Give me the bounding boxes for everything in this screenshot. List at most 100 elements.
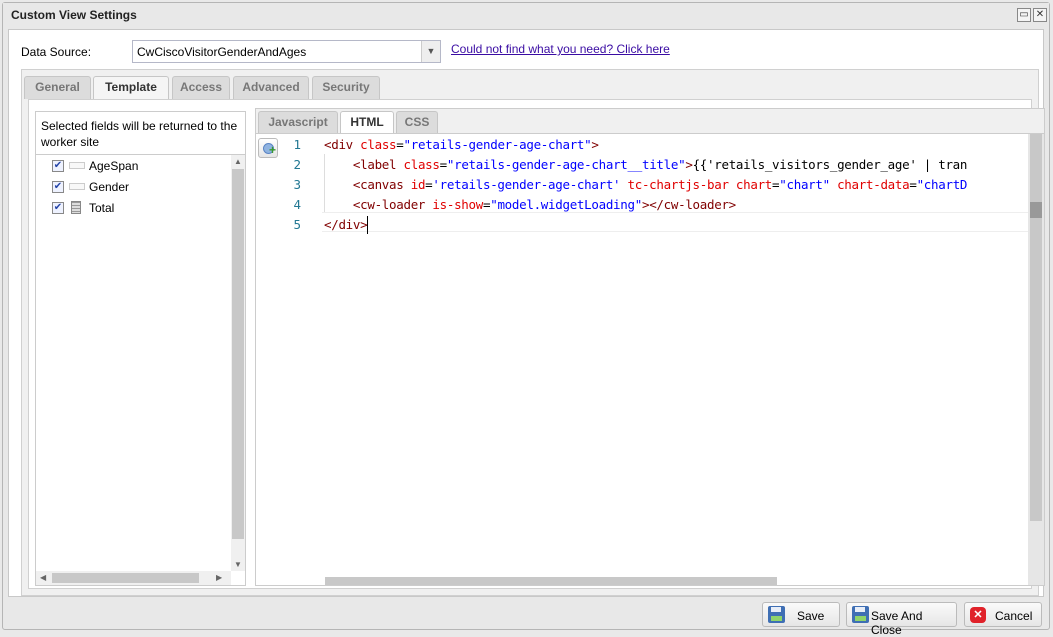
text-cursor bbox=[367, 216, 368, 234]
code-token-attr: class bbox=[360, 137, 397, 152]
checkbox[interactable]: ✔ bbox=[52, 181, 64, 193]
help-link[interactable]: Could not find what you need? Click here bbox=[451, 42, 670, 56]
dialog-body: Data Source: CwCiscoVisitorGenderAndAges… bbox=[8, 29, 1045, 597]
checkbox[interactable]: ✔ bbox=[52, 160, 64, 172]
tab-access[interactable]: Access bbox=[172, 76, 230, 99]
cancel-icon: ✕ bbox=[970, 607, 986, 623]
chevron-down-icon[interactable]: ▼ bbox=[421, 41, 440, 62]
field-label: Total bbox=[89, 201, 115, 215]
line-number: 2 bbox=[293, 157, 301, 172]
code-line[interactable]: </div> bbox=[324, 216, 368, 234]
code-token-attr: is-show bbox=[432, 197, 483, 212]
data-source-label: Data Source: bbox=[21, 45, 92, 59]
checkbox[interactable]: ✔ bbox=[52, 202, 64, 214]
code-token-str: "retails-gender-age-chart" bbox=[403, 137, 592, 152]
code-editor[interactable]: 1<div class="retails-gender-age-chart">2… bbox=[256, 133, 1044, 585]
code-line[interactable]: <label class="retails-gender-age-chart__… bbox=[324, 157, 968, 172]
scroll-up-icon[interactable]: ▲ bbox=[234, 157, 242, 166]
template-panel: Selected fields will be returned to the … bbox=[28, 99, 1045, 589]
scrollbar-thumb[interactable] bbox=[232, 169, 244, 539]
code-line[interactable]: <canvas id = 'retails-gender-age-chart' tc… bbox=[324, 177, 968, 192]
code-token-tag: <label bbox=[352, 157, 404, 172]
code-token-tag: <cw-loader bbox=[352, 197, 433, 212]
code-token-txt: = bbox=[439, 157, 448, 172]
tab-html[interactable]: HTML bbox=[340, 111, 394, 133]
code-token-str: "chart" bbox=[779, 177, 830, 192]
settings-tabs: General Template Access Advanced Securit… bbox=[21, 69, 1045, 596]
save-and-close-button[interactable]: Save And Close bbox=[846, 602, 957, 637]
code-vertical-scrollbar[interactable] bbox=[1028, 134, 1044, 585]
text-field-icon bbox=[69, 183, 85, 190]
code-token-attr: class bbox=[403, 157, 440, 172]
code-token-str: "chartD bbox=[916, 177, 968, 192]
fields-horizontal-scrollbar[interactable]: ◀ ▶ bbox=[36, 571, 231, 585]
calculator-icon bbox=[71, 201, 81, 214]
code-token-tag: </div> bbox=[324, 217, 368, 232]
scroll-left-icon[interactable]: ◀ bbox=[40, 573, 46, 582]
data-source-select[interactable]: CwCiscoVisitorGenderAndAges ▼ bbox=[132, 40, 441, 63]
tab-general[interactable]: General bbox=[24, 76, 91, 99]
restore-icon[interactable]: ▭ bbox=[1017, 8, 1031, 22]
scrollbar-thumb[interactable] bbox=[1030, 134, 1042, 521]
fields-panel-header: Selected fields will be returned to the … bbox=[36, 112, 245, 155]
fields-vertical-scrollbar[interactable]: ▲ ▼ bbox=[231, 155, 245, 571]
code-token-tag: <div bbox=[324, 137, 361, 152]
line-number: 4 bbox=[293, 197, 301, 212]
code-token-attr: id bbox=[410, 177, 426, 192]
field-item-gender[interactable]: ✔ Gender bbox=[36, 176, 231, 197]
line-number: 5 bbox=[293, 217, 301, 232]
code-token-attr: tc-chartjs-bar chart bbox=[620, 177, 773, 192]
code-horizontal-scrollbar[interactable] bbox=[322, 576, 1028, 585]
code-token-txt: = bbox=[909, 177, 917, 192]
cancel-label: Cancel bbox=[995, 609, 1033, 623]
close-icon[interactable]: ✕ bbox=[1033, 8, 1047, 22]
dialog-title: Custom View Settings bbox=[11, 8, 137, 22]
code-token-str: "retails-gender-age-chart__title" bbox=[446, 157, 686, 172]
custom-view-settings-dialog: Custom View Settings ▭ ✕ Data Source: Cw… bbox=[2, 2, 1050, 637]
save-icon bbox=[768, 606, 785, 623]
code-token-tag: > bbox=[685, 157, 693, 172]
fields-panel: Selected fields will be returned to the … bbox=[35, 111, 246, 586]
code-token-str: "model.widgetLoading" bbox=[490, 197, 642, 212]
scroll-position-marker bbox=[1030, 202, 1042, 218]
current-line-highlight bbox=[322, 212, 1028, 232]
data-source-value: CwCiscoVisitorGenderAndAges bbox=[137, 45, 307, 59]
title-bar: Custom View Settings ▭ ✕ bbox=[3, 3, 1049, 27]
scroll-down-icon[interactable]: ▼ bbox=[234, 560, 242, 569]
field-item-total[interactable]: ✔ Total bbox=[36, 197, 231, 218]
field-label: Gender bbox=[89, 180, 130, 194]
code-token-txt: = bbox=[396, 137, 404, 152]
scrollbar-thumb[interactable] bbox=[325, 577, 777, 585]
code-token-txt: {{'retails_visitors_gender_age' | tran bbox=[692, 157, 968, 172]
code-token-tag: <canvas bbox=[352, 177, 411, 192]
save-label: Save bbox=[797, 609, 825, 623]
line-number: 3 bbox=[293, 177, 301, 192]
field-item-agespan[interactable]: ✔ AgeSpan bbox=[36, 155, 231, 176]
save-button[interactable]: Save bbox=[762, 602, 840, 627]
save-icon bbox=[852, 606, 869, 623]
zoom-in-icon[interactable] bbox=[258, 138, 278, 158]
fields-tree: ✔ AgeSpan ✔ Gender ✔ Total bbox=[36, 155, 231, 218]
scroll-right-icon[interactable]: ▶ bbox=[216, 573, 222, 582]
code-token-attr: chart-data bbox=[829, 177, 910, 192]
tab-css[interactable]: CSS bbox=[396, 111, 438, 133]
code-token-tag: ></cw-loader> bbox=[641, 197, 736, 212]
tab-security[interactable]: Security bbox=[312, 76, 380, 99]
text-field-icon bbox=[69, 162, 85, 169]
code-token-tag: > bbox=[591, 137, 599, 152]
scrollbar-thumb[interactable] bbox=[52, 573, 199, 583]
tab-javascript[interactable]: Javascript bbox=[258, 111, 338, 133]
line-number: 1 bbox=[293, 137, 301, 152]
template-editor: Javascript HTML CSS + 1 <div class="reta… bbox=[255, 108, 1045, 586]
field-label: AgeSpan bbox=[89, 159, 139, 173]
save-and-close-label: Save And Close bbox=[871, 609, 923, 637]
code-line[interactable]: <div class="retails-gender-age-chart"> bbox=[324, 137, 599, 152]
tab-advanced[interactable]: Advanced bbox=[233, 76, 309, 99]
code-token-str: 'retails-gender-age-chart' bbox=[432, 177, 621, 192]
tab-template[interactable]: Template bbox=[93, 76, 169, 100]
cancel-button[interactable]: ✕ Cancel bbox=[964, 602, 1042, 627]
code-line[interactable]: <cw-loader is-show="model.widgetLoading"… bbox=[324, 197, 736, 212]
